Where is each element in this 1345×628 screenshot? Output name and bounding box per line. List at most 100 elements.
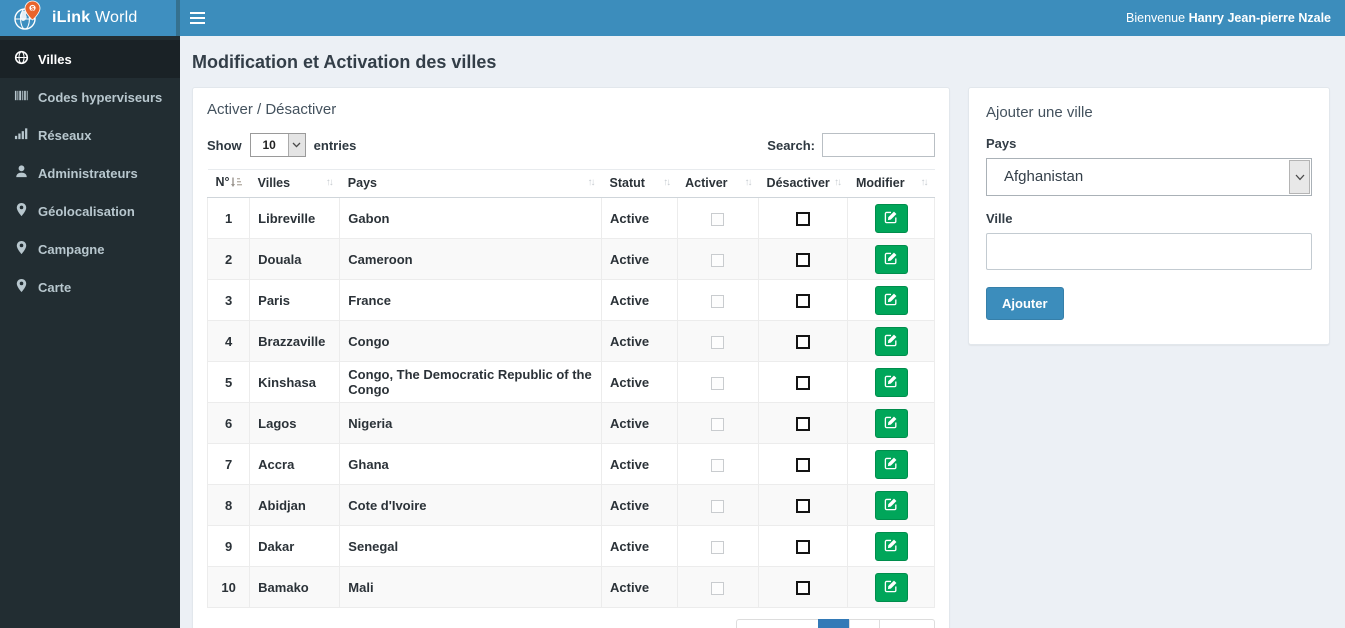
ajouter-button[interactable]: Ajouter bbox=[986, 287, 1064, 320]
cell-pays: Ghana bbox=[339, 443, 603, 485]
desactiver-checkbox[interactable] bbox=[796, 580, 811, 595]
cell-modifier bbox=[847, 197, 935, 239]
cell-statut: Active bbox=[601, 566, 678, 608]
cell-ville: Abidjan bbox=[249, 484, 341, 526]
cell-activer bbox=[676, 238, 760, 280]
edit-pencil-square-icon bbox=[884, 374, 898, 391]
column-header-villes[interactable]: Villes ↑↓ bbox=[249, 169, 340, 198]
next-page-button[interactable]: Next bbox=[878, 619, 935, 628]
edit-pencil-square-icon bbox=[884, 538, 898, 555]
activer-checkbox[interactable] bbox=[711, 540, 725, 554]
activer-checkbox[interactable] bbox=[711, 581, 725, 595]
desactiver-checkbox[interactable] bbox=[796, 211, 811, 226]
cell-modifier bbox=[847, 238, 935, 280]
page-length-value: 10 bbox=[262, 138, 276, 152]
hamburger-menu-icon[interactable] bbox=[190, 6, 216, 30]
cell-num: 3 bbox=[206, 279, 251, 321]
column-header-activer[interactable]: Activer ↑↓ bbox=[677, 169, 759, 198]
pays-select[interactable]: Afghanistan bbox=[986, 158, 1312, 196]
edit-button[interactable] bbox=[874, 490, 908, 520]
sidebar-item-reseaux[interactable]: Réseaux bbox=[0, 116, 180, 154]
navbar: Bienvenue Hanry Jean-pierre Nzale bbox=[180, 0, 1345, 36]
column-header-statut[interactable]: Statut ↑↓ bbox=[601, 169, 678, 198]
edit-button[interactable] bbox=[874, 203, 908, 233]
sidebar-item-carte[interactable]: Carte bbox=[0, 268, 180, 306]
cell-pays: Cameroon bbox=[339, 238, 603, 280]
edit-button[interactable] bbox=[874, 449, 908, 479]
edit-button[interactable] bbox=[874, 572, 908, 602]
entries-info: Showing 1 to 10 of 17 entries bbox=[207, 619, 386, 628]
map-marker-icon bbox=[14, 278, 29, 296]
cell-activer bbox=[676, 361, 760, 403]
cell-desactiver bbox=[758, 443, 849, 485]
page-length-select[interactable]: 10 bbox=[249, 133, 306, 157]
column-header-pays[interactable]: Pays ↑↓ bbox=[339, 169, 602, 198]
column-header-modifier[interactable]: Modifier ↑↓ bbox=[847, 169, 935, 198]
sidebar-item-geolocalisation[interactable]: Géolocalisation bbox=[0, 192, 180, 230]
column-header-num[interactable]: N° bbox=[207, 169, 250, 198]
edit-button[interactable] bbox=[874, 367, 908, 397]
search-input[interactable] bbox=[822, 133, 935, 157]
edit-button[interactable] bbox=[874, 408, 908, 438]
welcome-message: Bienvenue Hanry Jean-pierre Nzale bbox=[1126, 11, 1331, 25]
desactiver-checkbox[interactable] bbox=[796, 539, 811, 554]
desactiver-checkbox[interactable] bbox=[796, 334, 811, 349]
activer-checkbox[interactable] bbox=[711, 294, 725, 308]
column-header-desactiver[interactable]: Désactiver ↑↓ bbox=[758, 169, 848, 198]
edit-button[interactable] bbox=[874, 244, 908, 274]
activer-checkbox[interactable] bbox=[711, 212, 725, 226]
desactiver-checkbox[interactable] bbox=[796, 375, 811, 390]
search-control: Search: bbox=[767, 133, 935, 157]
desactiver-checkbox[interactable] bbox=[796, 252, 811, 267]
cell-ville: Paris bbox=[249, 279, 341, 321]
cell-statut: Active bbox=[601, 525, 678, 567]
cell-activer bbox=[676, 443, 760, 485]
cell-num: 5 bbox=[206, 361, 251, 403]
edit-pencil-square-icon bbox=[884, 497, 898, 514]
cell-pays: Congo, The Democratic Republic of the Co… bbox=[339, 361, 603, 403]
cell-statut: Active bbox=[601, 402, 678, 444]
edit-pencil-square-icon bbox=[884, 579, 898, 596]
cell-pays: Congo bbox=[339, 320, 603, 362]
cell-num: 10 bbox=[206, 566, 251, 608]
cell-ville: Douala bbox=[249, 238, 341, 280]
desactiver-checkbox[interactable] bbox=[796, 416, 811, 431]
edit-button[interactable] bbox=[874, 285, 908, 315]
cell-statut: Active bbox=[601, 320, 678, 362]
sidebar-item-villes[interactable]: Villes bbox=[0, 40, 180, 78]
edit-pencil-square-icon bbox=[884, 251, 898, 268]
app-logo[interactable]: $ iLink World bbox=[0, 0, 180, 36]
table-row: 10 Bamako Mali Active bbox=[206, 566, 935, 608]
cell-num: 4 bbox=[206, 320, 251, 362]
previous-page-button[interactable]: Previous bbox=[736, 619, 820, 628]
cell-modifier bbox=[847, 320, 935, 362]
activer-checkbox[interactable] bbox=[711, 335, 725, 349]
cell-desactiver bbox=[758, 238, 849, 280]
desactiver-checkbox[interactable] bbox=[796, 293, 811, 308]
sidebar-item-campagne[interactable]: Campagne bbox=[0, 230, 180, 268]
activer-checkbox[interactable] bbox=[711, 499, 725, 513]
page-2-button[interactable]: 2 bbox=[848, 619, 880, 628]
cell-activer bbox=[676, 525, 760, 567]
table-row: 7 Accra Ghana Active bbox=[206, 443, 935, 485]
activer-checkbox[interactable] bbox=[711, 417, 725, 431]
edit-button[interactable] bbox=[874, 531, 908, 561]
cell-pays: Mali bbox=[339, 566, 603, 608]
sort-icon: ↑↓ bbox=[663, 177, 671, 188]
sidebar-item-administrateurs[interactable]: Administrateurs bbox=[0, 154, 180, 192]
barcode-icon bbox=[14, 88, 29, 106]
edit-button[interactable] bbox=[874, 326, 908, 356]
page-1-button[interactable]: 1 bbox=[818, 619, 850, 628]
desactiver-checkbox[interactable] bbox=[796, 457, 811, 472]
ville-input[interactable] bbox=[986, 233, 1312, 270]
table-header-row: N° Villes ↑↓ Pays ↑↓ Statut ↑↓ Activer ↑… bbox=[207, 169, 935, 198]
desactiver-checkbox[interactable] bbox=[796, 498, 811, 513]
cell-num: 9 bbox=[206, 525, 251, 567]
activer-checkbox[interactable] bbox=[711, 458, 725, 472]
sidebar-item-codes-hyperviseurs[interactable]: Codes hyperviseurs bbox=[0, 78, 180, 116]
cell-desactiver bbox=[758, 197, 849, 239]
cell-desactiver bbox=[758, 484, 849, 526]
activer-checkbox[interactable] bbox=[711, 253, 725, 267]
activer-checkbox[interactable] bbox=[711, 376, 725, 390]
edit-pencil-square-icon bbox=[884, 333, 898, 350]
